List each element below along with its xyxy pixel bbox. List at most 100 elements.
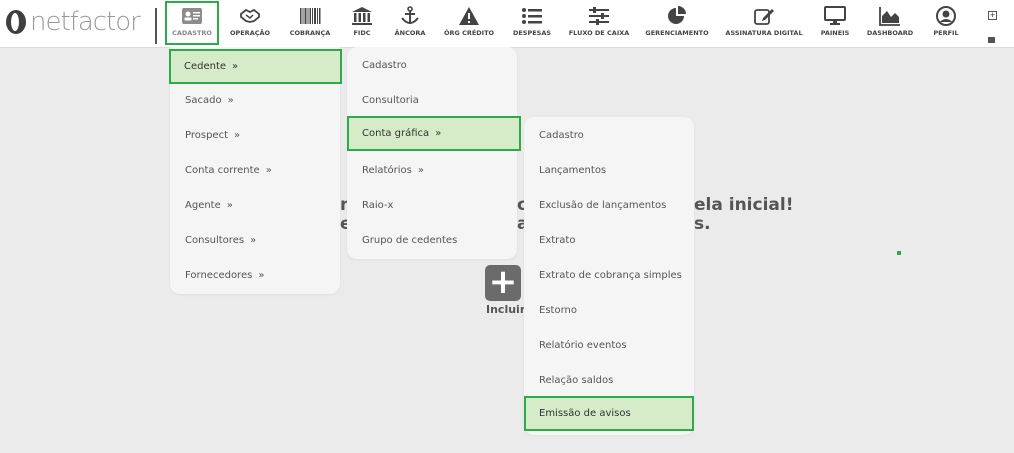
cadastro-submenu: Cedente » Sacado » Prospect » Conta corrent… xyxy=(169,47,342,294)
nav-label: DASHBOARD xyxy=(866,29,914,37)
menu-item-estorno[interactable]: Estorno xyxy=(524,293,694,328)
add-button[interactable]: + xyxy=(485,265,521,301)
logo-text: netfactor xyxy=(30,7,141,37)
barcode-icon xyxy=(300,8,321,24)
anchor-icon xyxy=(401,6,419,24)
handshake-icon xyxy=(240,8,260,23)
logo-mark-icon xyxy=(6,10,26,34)
menu-item-relatorio-eventos[interactable]: Relatório eventos xyxy=(524,328,694,363)
menu-item-sacado[interactable]: Sacado » xyxy=(170,83,340,118)
menu-item-label: Conta gráfica xyxy=(362,128,430,139)
chevron-right-icon: » xyxy=(234,130,241,141)
area-chart-icon xyxy=(879,7,900,26)
menu-item-label: Exclusão de lançamentos xyxy=(539,200,667,211)
menu-item-label: Cedente xyxy=(184,61,227,72)
menu-item-conta-grafica[interactable]: Conta gráfica » xyxy=(347,116,521,151)
sliders-icon xyxy=(589,7,609,25)
menu-item-cedente[interactable]: Cedente » xyxy=(169,49,342,84)
zoom-in-icon[interactable]: + xyxy=(988,11,997,20)
nav-ancora[interactable]: ÂNCORA xyxy=(393,6,427,40)
monitor-icon xyxy=(824,6,846,25)
chevron-right-icon: » xyxy=(435,128,442,139)
menu-item-label: Lançamentos xyxy=(539,165,607,176)
menu-item-emissao-de-avisos[interactable]: Emissão de avisos xyxy=(524,396,694,431)
menu-item-relacao-saldos[interactable]: Relação saldos xyxy=(524,363,694,398)
menu-item-label: Sacado xyxy=(185,95,222,106)
chevron-right-icon: » xyxy=(417,165,424,176)
chevron-right-icon: » xyxy=(226,200,233,211)
menu-item-label: Agente xyxy=(185,200,221,211)
menu-item-label: Consultoria xyxy=(362,95,419,106)
nav-perfil[interactable]: PERFIL xyxy=(932,6,960,40)
menu-item-fornecedores[interactable]: Fornecedores » xyxy=(170,258,340,293)
menu-item-label: Relatórios xyxy=(362,165,412,176)
nav-label: ÓRG CRÉDITO xyxy=(443,29,495,37)
nav-paineis[interactable]: PAINEIS xyxy=(820,6,850,40)
menu-item-exclusao-de-lancamentos[interactable]: Exclusão de lançamentos xyxy=(524,188,694,223)
nav-label: GERENCIAMENTO xyxy=(645,29,709,37)
nav-operacao[interactable]: OPERAÇÃO xyxy=(228,6,272,40)
menu-item-label: Estorno xyxy=(539,305,577,316)
nav-fidc[interactable]: FIDC xyxy=(349,6,375,40)
menu-item-cadastro[interactable]: Cadastro xyxy=(347,48,517,83)
zoom-out-icon[interactable] xyxy=(988,37,995,43)
bank-icon xyxy=(352,7,372,25)
nav-cobranca[interactable]: COBRANÇA xyxy=(288,6,332,40)
menu-item-consultoria[interactable]: Consultoria xyxy=(347,83,517,118)
nav-label: COBRANÇA xyxy=(289,29,331,37)
nav-cadastro[interactable]: CADASTRO xyxy=(165,1,219,45)
nav-label: FIDC xyxy=(353,29,371,37)
menu-item-grupo-de-cedentes[interactable]: Grupo de cedentes xyxy=(347,223,517,258)
nav-assinatura-digital[interactable]: ASSINATURA DIGITAL xyxy=(725,6,803,40)
menu-item-label: Relatório eventos xyxy=(539,340,627,351)
chevron-right-icon: » xyxy=(250,235,257,246)
welcome-text-fragment: s. xyxy=(694,214,711,234)
nav-label: ASSINATURA DIGITAL xyxy=(725,29,803,37)
menu-item-label: Grupo de cedentes xyxy=(362,235,458,246)
user-circle-icon xyxy=(936,6,956,26)
pie-chart-icon xyxy=(668,6,686,24)
id-card-icon xyxy=(182,8,202,24)
menu-item-raio-x[interactable]: Raio-x xyxy=(347,188,517,223)
nav-org-credito[interactable]: ÓRG CRÉDITO xyxy=(444,6,494,40)
conta-grafica-submenu: Cadastro Lançamentos Exclusão de lançame… xyxy=(524,117,694,435)
nav-label: ÂNCORA xyxy=(394,29,426,37)
menu-item-extrato[interactable]: Extrato xyxy=(524,223,694,258)
menu-item-relatorios[interactable]: Relatórios » xyxy=(347,153,517,188)
welcome-text-fragment: ela inicial! xyxy=(694,195,794,215)
chevron-right-icon: » xyxy=(227,95,234,106)
nav-dashboard[interactable]: DASHBOARD xyxy=(866,6,914,40)
menu-item-conta-corrente[interactable]: Conta corrente » xyxy=(170,153,340,188)
menu-item-label: Conta corrente xyxy=(185,165,260,176)
cedente-submenu: Cadastro Consultoria Conta gráfica » Rela… xyxy=(347,47,521,259)
menu-item-extrato-de-cobranca-simples[interactable]: Extrato de cobrança simples xyxy=(524,258,694,293)
menu-item-label: Prospect xyxy=(185,130,228,141)
edit-icon xyxy=(754,9,774,25)
chevron-right-icon: » xyxy=(258,270,265,281)
nav-label: PERFIL xyxy=(933,29,959,37)
add-label: Incluir xyxy=(486,303,526,316)
menu-item-cadastro[interactable]: Cadastro xyxy=(524,118,694,153)
logo-separator xyxy=(155,8,157,44)
nav-label: CADASTRO xyxy=(172,29,212,37)
green-indicator-dot xyxy=(897,251,901,255)
nav-gerenciamento[interactable]: GERENCIAMENTO xyxy=(645,6,709,40)
netfactor-logo[interactable]: netfactor xyxy=(6,7,141,37)
menu-item-agente[interactable]: Agente » xyxy=(170,188,340,223)
menu-item-label: Extrato de cobrança simples xyxy=(539,270,682,281)
menu-item-label: Emissão de avisos xyxy=(539,408,631,419)
nav-label: FLUXO DE CAIXA xyxy=(568,29,630,37)
nav-label: DESPESAS xyxy=(512,29,552,37)
chevron-right-icon: » xyxy=(265,165,272,176)
nav-despesas[interactable]: DESPESAS xyxy=(513,6,551,40)
menu-item-consultores[interactable]: Consultores » xyxy=(170,223,340,258)
menu-item-label: Relação saldos xyxy=(539,375,614,386)
nav-fluxo-de-caixa[interactable]: FLUXO DE CAIXA xyxy=(568,6,630,40)
menu-item-prospect[interactable]: Prospect » xyxy=(170,118,340,153)
menu-item-label: Extrato xyxy=(539,235,576,246)
menu-item-label: Cadastro xyxy=(362,60,407,71)
menu-item-lancamentos[interactable]: Lançamentos xyxy=(524,153,694,188)
chevron-right-icon: » xyxy=(232,61,239,72)
top-navbar: netfactor CADASTRO OPERAÇÃO COBRANÇA FID… xyxy=(0,0,1014,48)
nav-label: PAINEIS xyxy=(820,29,850,37)
